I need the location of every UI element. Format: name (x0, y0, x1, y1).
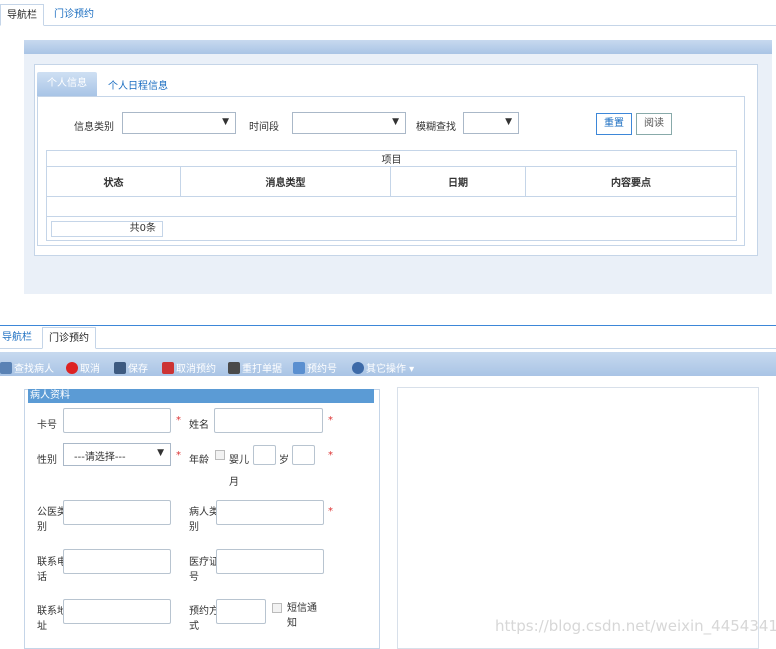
top-tab-bar: 导航栏 门诊预约 (0, 4, 776, 26)
public-type-input[interactable] (63, 500, 171, 525)
chevron-down-icon: ▼ (505, 117, 512, 127)
message-table: 项目 状态 消息类型 日期 内容要点 共0条 (46, 150, 737, 241)
save-button[interactable]: 保存 (114, 360, 148, 375)
cancel-button[interactable]: 取消 (66, 360, 100, 375)
required-mark: * (176, 415, 181, 426)
delete-icon (162, 362, 174, 374)
medical-cert-input[interactable] (216, 549, 324, 574)
column-message-type[interactable]: 消息类型 (180, 166, 391, 197)
column-status[interactable]: 状态 (46, 166, 181, 197)
booking-number-button[interactable]: 预约号 (293, 360, 337, 375)
bottom-top-border (0, 325, 776, 326)
record-count: 共0条 (51, 220, 163, 237)
pager: 共0条 (46, 216, 737, 241)
tab-personal-info[interactable]: 个人信息 (37, 72, 97, 96)
read-button[interactable]: 阅读 (636, 113, 672, 135)
period-select[interactable]: ▼ (292, 112, 406, 134)
save-icon (114, 362, 126, 374)
user-icon (352, 362, 364, 374)
contact-address-input[interactable] (63, 599, 171, 624)
patient-type-label: 病人类别 (189, 507, 219, 533)
chevron-down-icon: ▼ (157, 448, 164, 458)
name-input[interactable] (214, 408, 323, 433)
tab-navigation[interactable]: 导航栏 (0, 4, 44, 26)
reset-button[interactable]: 重置 (596, 113, 632, 135)
age-years-input[interactable] (253, 445, 276, 465)
tab-clinic-booking[interactable]: 门诊预约 (42, 327, 96, 349)
gender-label: 性别 (37, 455, 57, 466)
find-patient-button[interactable]: 查找病人 (0, 360, 54, 375)
booking-method-input[interactable] (216, 599, 266, 624)
chevron-down-icon: ▼ (392, 117, 399, 127)
bottom-tab-bar: 导航栏 门诊预约 (0, 327, 776, 349)
printer-icon (228, 362, 240, 374)
chevron-down-icon: ▼ (222, 117, 229, 127)
required-mark: * (328, 415, 333, 426)
other-actions-button[interactable]: 其它操作 ▾ (352, 360, 414, 375)
column-content-summary[interactable]: 内容要点 (525, 166, 737, 197)
age-label: 年龄 (189, 455, 209, 466)
card-no-input[interactable] (63, 408, 171, 433)
cancel-booking-button[interactable]: 取消预约 (162, 360, 216, 375)
top-header-band (24, 40, 772, 54)
tab-personal-schedule[interactable]: 个人日程信息 (108, 77, 168, 92)
search-icon (0, 362, 12, 374)
reprint-receipt-button[interactable]: 重打单据 (228, 360, 282, 375)
info-type-select[interactable]: ▼ (122, 112, 236, 134)
section-title: 病人资料 (28, 389, 374, 403)
fuzzy-search-select[interactable]: ▼ (463, 112, 519, 134)
gender-select[interactable]: ---请选择--- ▼ (63, 443, 171, 466)
tab-clinic-booking[interactable]: 门诊预约 (48, 4, 100, 26)
card-no-label: 卡号 (37, 420, 57, 431)
age-months-input[interactable] (292, 445, 315, 465)
age-month-unit: 月 (229, 477, 239, 488)
required-mark: * (328, 506, 333, 517)
required-mark: * (176, 450, 181, 461)
sms-notice-checkbox[interactable] (272, 603, 282, 613)
watermark: https://blog.csdn.net/weixin_44543412 (495, 617, 776, 635)
contact-phone-input[interactable] (63, 549, 171, 574)
column-date[interactable]: 日期 (390, 166, 526, 197)
table-group-header: 项目 (46, 150, 737, 167)
stop-icon (66, 362, 78, 374)
age-year-unit: 岁 (279, 455, 289, 466)
infant-checkbox[interactable] (215, 450, 225, 460)
empty-row (46, 196, 737, 217)
period-label: 时间段 (249, 122, 279, 133)
booking-method-label: 预约方式 (189, 606, 219, 632)
sms-notice-label: 短信通知 (287, 603, 317, 629)
infant-label: 婴儿 (229, 455, 249, 466)
tab-navigation[interactable]: 导航栏 (0, 327, 34, 349)
required-mark: * (328, 450, 333, 461)
right-panel (397, 387, 759, 649)
info-type-label: 信息类别 (74, 122, 114, 133)
name-label: 姓名 (189, 420, 209, 431)
medical-cert-label: 医疗证号 (189, 557, 219, 583)
fuzzy-search-label: 模糊查找 (416, 122, 456, 133)
calendar-icon (293, 362, 305, 374)
patient-type-input[interactable] (216, 500, 324, 525)
